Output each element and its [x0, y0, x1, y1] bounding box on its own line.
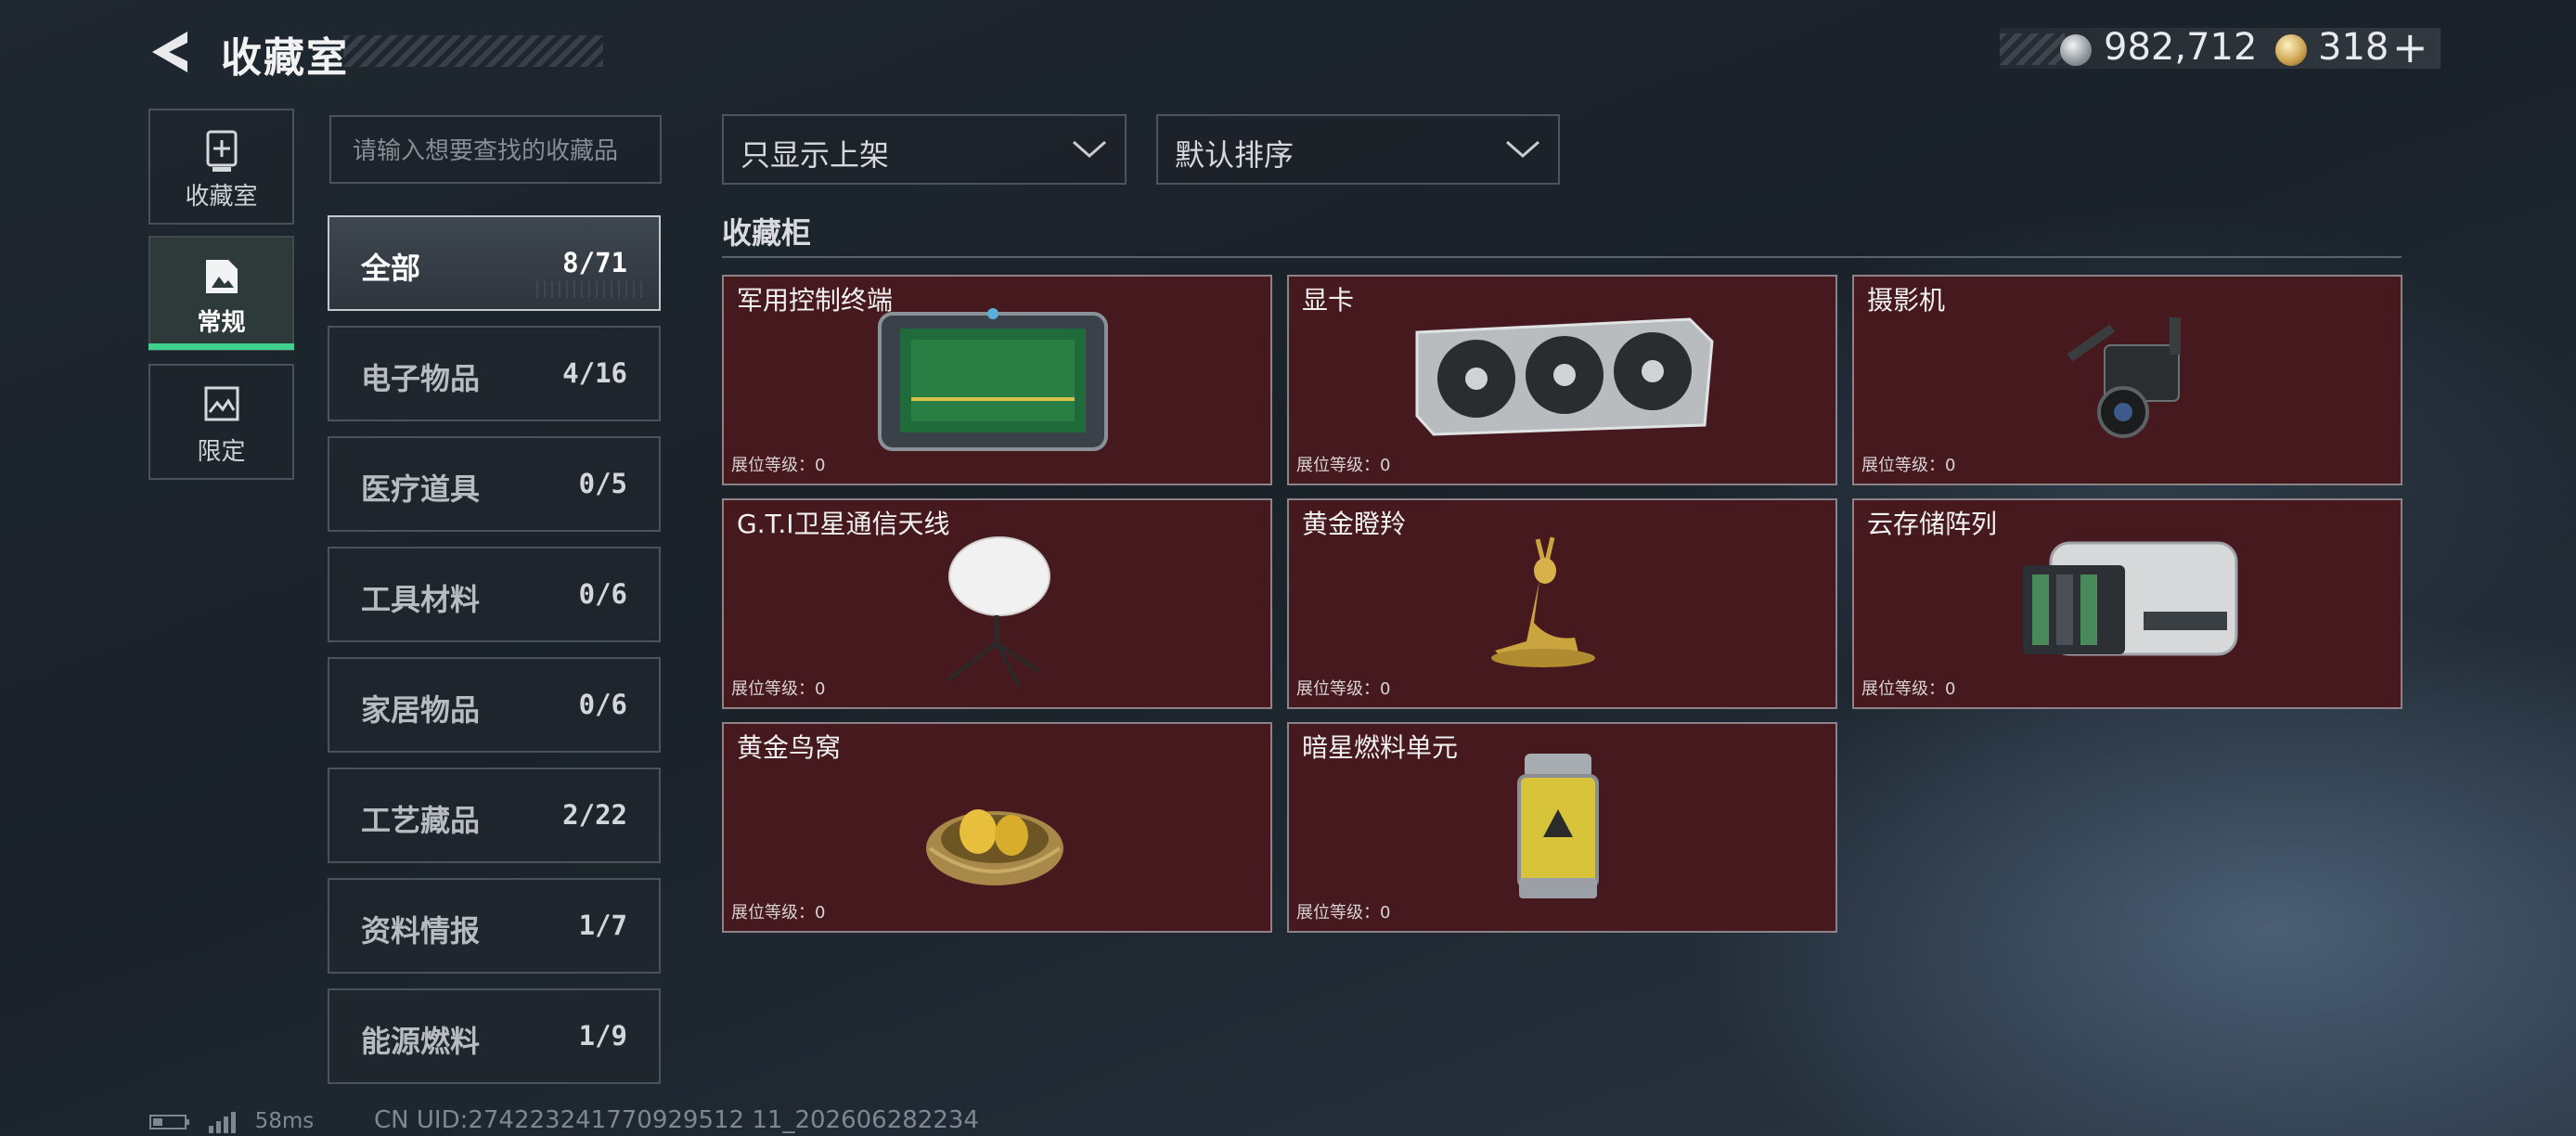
item-card[interactable]: 显卡 展位等级：0 [1287, 275, 1837, 485]
fuel-canister-icon [1517, 754, 1599, 898]
silver-coin-icon [2060, 34, 2092, 66]
status-bar: 58ms [148, 1109, 314, 1133]
item-level: 展位等级：0 [731, 456, 826, 475]
item-card[interactable]: 军用控制终端 展位等级：0 [722, 275, 1272, 485]
category-count: 0/6 [578, 578, 627, 610]
category-intel[interactable]: 资料情报 1/7 [328, 878, 661, 974]
item-card[interactable]: 黄金鸟窝 展位等级：0 [722, 722, 1272, 933]
category-name: 工具材料 [361, 582, 481, 617]
picture-icon [205, 260, 238, 293]
item-card[interactable]: 云存储阵列 展位等级：0 [1852, 498, 2402, 709]
video-camera-icon [2067, 317, 2181, 438]
graphics-card-icon [1415, 317, 1714, 436]
storage-array-icon [2023, 541, 2238, 656]
page-title: 收藏室 [221, 34, 349, 82]
item-level: 展位等级：0 [1296, 679, 1391, 699]
signal-icon [209, 1111, 237, 1133]
item-level: 展位等级：0 [731, 903, 826, 923]
ping-value: 58ms [254, 1109, 315, 1133]
item-card[interactable]: G.T.I卫星通信天线 展位等级：0 [722, 498, 1272, 709]
add-gold-button[interactable]: + [2392, 22, 2428, 72]
nav-label: 收藏室 [185, 183, 258, 211]
nav-limited[interactable]: 限定 [148, 364, 294, 480]
battery-icon [149, 1114, 189, 1130]
filter-dropdown[interactable]: 只显示上架 [722, 114, 1127, 185]
back-button[interactable] [147, 28, 193, 76]
item-card[interactable]: 暗星燃料单元 展位等级：0 [1287, 722, 1837, 933]
category-decoration [536, 281, 648, 298]
currency-decoration [2000, 33, 2065, 65]
category-count: 8/71 [562, 247, 627, 278]
category-name: 资料情报 [361, 913, 481, 949]
category-name: 全部 [361, 251, 421, 286]
item-name: 军用控制终端 [737, 285, 894, 316]
category-count: 1/7 [578, 910, 627, 941]
category-count: 0/6 [578, 689, 627, 720]
section-title: 收藏柜 [722, 215, 812, 251]
category-name: 电子物品 [361, 361, 481, 396]
nav-regular[interactable]: 常规 [148, 236, 294, 351]
item-name: 黄金鸟窝 [737, 732, 842, 763]
item-card[interactable]: 黄金瞪羚 展位等级：0 [1287, 498, 1837, 709]
category-energy[interactable]: 能源燃料 1/9 [328, 988, 661, 1084]
golden-gazelle-icon [1491, 536, 1595, 667]
category-count: 2/22 [562, 799, 627, 831]
category-electronics[interactable]: 电子物品 4/16 [328, 326, 661, 421]
item-level: 展位等级：0 [1296, 456, 1391, 475]
category-crafts[interactable]: 工艺藏品 2/22 [328, 768, 661, 863]
category-tools[interactable]: 工具材料 0/6 [328, 547, 661, 642]
filter-selected: 只显示上架 [741, 137, 890, 173]
chevron-down-icon [1506, 140, 1539, 159]
category-medical[interactable]: 医疗道具 0/5 [328, 436, 661, 532]
category-name: 工艺藏品 [361, 803, 481, 838]
item-level: 展位等级：0 [1861, 679, 1956, 699]
item-level: 展位等级：0 [731, 679, 826, 699]
title-decoration [343, 35, 603, 67]
cabinet-icon [206, 130, 237, 172]
category-name: 家居物品 [361, 692, 481, 728]
landscape-icon [204, 386, 238, 421]
category-name: 医疗道具 [361, 471, 481, 507]
gold-coin-value: 318 [2318, 26, 2389, 69]
category-name: 能源燃料 [361, 1024, 481, 1059]
item-level: 展位等级：0 [1296, 903, 1391, 923]
item-name: 显卡 [1302, 285, 1355, 316]
item-name: 云存储阵列 [1867, 509, 1998, 539]
category-count: 0/5 [578, 468, 627, 499]
item-card[interactable]: 摄影机 展位等级：0 [1852, 275, 2402, 485]
item-level: 展位等级：0 [1861, 456, 1956, 475]
item-name: G.T.I卫星通信天线 [737, 509, 950, 539]
chevron-down-icon [1073, 140, 1106, 159]
tablet-icon [878, 308, 1108, 451]
category-all[interactable]: 全部 8/71 [328, 215, 661, 311]
item-name: 暗星燃料单元 [1302, 732, 1459, 763]
category-count: 1/9 [578, 1020, 627, 1052]
category-household[interactable]: 家居物品 0/6 [328, 657, 661, 753]
silver-coin-value: 982,712 [2104, 26, 2258, 69]
nav-collection-room[interactable]: 收藏室 [148, 109, 294, 225]
back-arrow-icon [152, 32, 187, 72]
nav-label: 限定 [197, 438, 246, 466]
active-tab-indicator [148, 343, 294, 350]
item-name: 摄影机 [1867, 285, 1946, 316]
search-placeholder: 请输入想要查找的收藏品 [353, 137, 619, 165]
satellite-dish-icon [947, 536, 1050, 687]
item-name: 黄金瞪羚 [1302, 509, 1407, 539]
sort-selected: 默认排序 [1175, 137, 1294, 173]
nav-label: 常规 [197, 309, 246, 337]
gold-coin-icon [2275, 34, 2307, 66]
section-divider [722, 256, 2402, 258]
category-count: 4/16 [562, 357, 627, 389]
golden-nest-icon [926, 809, 1063, 885]
sort-dropdown[interactable]: 默认排序 [1156, 114, 1560, 185]
uid-text: CN UID:274223241770929512 11_20260628223… [374, 1106, 979, 1134]
